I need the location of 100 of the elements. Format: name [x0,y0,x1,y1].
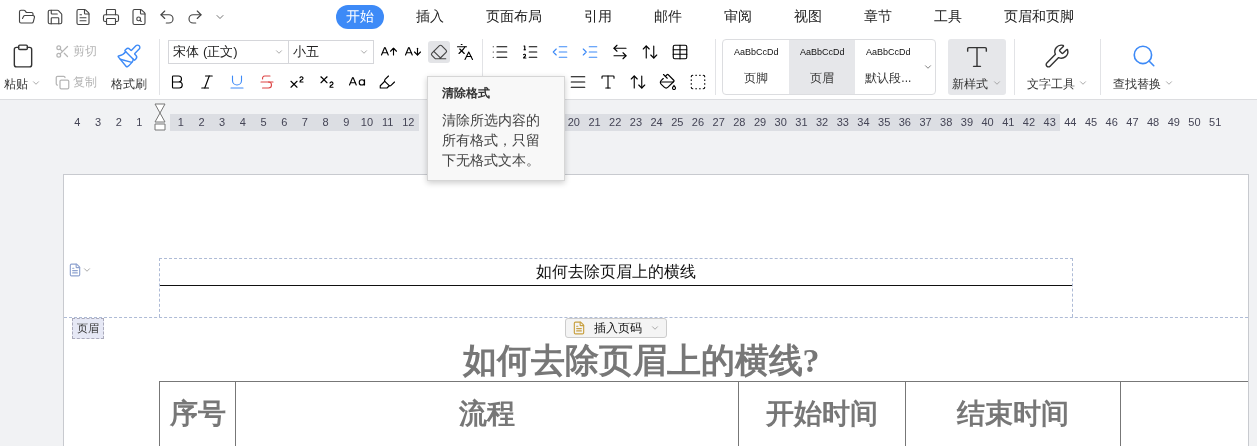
shading-icon[interactable] [659,73,678,92]
ruler-number: 51 [1208,115,1223,131]
tooltip-title: 清除格式 [442,85,491,102]
indent-marker[interactable] [153,103,168,132]
find-replace-button[interactable]: 查找替换 [1109,38,1179,96]
ruler-number: 24 [646,114,667,132]
redo-icon[interactable] [186,8,204,27]
ruler-number: 8 [315,114,336,132]
ruler-number: 7 [294,114,316,132]
ribbon-tab[interactable]: 工具 [924,5,972,30]
ribbon-tab[interactable]: 章节 [854,5,902,30]
ruler-number: 21 [584,114,605,132]
paste-button[interactable]: 粘贴 [0,38,46,96]
text-tools-button[interactable]: 文字工具 [1022,38,1093,96]
ribbon-tab[interactable]: 页眉和页脚 [994,5,1084,30]
style-item[interactable]: AaBbCcDd 页脚 [723,39,790,95]
insert-page-number-button[interactable]: 插入页码 [565,318,667,338]
ribbon-tab[interactable]: 视图 [784,5,832,30]
ruler-number: 3 [211,114,233,132]
ribbon-tab[interactable]: 邮件 [644,5,692,30]
numbered-list-icon[interactable] [521,42,540,61]
text-direction-icon[interactable] [611,42,630,61]
ruler-number: 46 [1104,115,1119,131]
ruler-number: 12 [398,114,419,132]
ruler-number: 48 [1145,115,1161,131]
borders-icon[interactable] [689,73,708,92]
ruler-number: 49 [1166,115,1181,131]
ruler-number: 3 [93,115,103,131]
ruler-number: 34 [853,114,874,132]
ruler-number: 30 [770,114,792,132]
table-icon[interactable] [671,42,690,61]
ribbon-tab[interactable]: 页面布局 [476,5,552,30]
undo-icon[interactable] [158,8,176,27]
ruler-number: 35 [873,114,895,132]
page-icon [572,321,586,335]
ruler-number: 23 [625,114,647,132]
pinyin-icon[interactable] [456,42,475,61]
ruler-number: 5 [253,114,274,132]
document-title: 如何去除页眉上的横线? [461,341,821,381]
open-icon[interactable] [18,8,36,27]
ruler-number: 26 [687,114,709,132]
new-style-button[interactable]: 新样式 [948,38,1006,96]
ruler-number: 38 [935,114,957,132]
eraser-icon[interactable] [428,40,451,63]
table-header-cell: 结束时间 [906,382,1121,446]
ruler-number: 4 [232,114,254,132]
sort-icon[interactable] [641,42,660,61]
scroll-icon[interactable] [923,62,934,72]
ruler-number: 43 [1039,114,1060,132]
ruler-number: 4 [73,115,82,131]
ruler-number: 33 [832,114,854,132]
save-icon[interactable] [46,8,64,27]
style-item[interactable]: AaBbCcDd 页眉 [789,39,856,95]
ruler-number: 47 [1125,115,1140,131]
ruler-number: 41 [997,114,1019,132]
ruler-number: 22 [604,114,626,132]
ruler-number: 2 [114,115,123,131]
ruler-number: 9 [335,114,357,132]
ruler-number: 10 [356,114,378,132]
table-header-cell: 开始时间 [739,382,906,446]
ruler-number: 1 [170,114,192,132]
print-icon[interactable] [102,8,120,27]
ruler-number: 36 [894,114,916,132]
ruler-number: 44 [1063,115,1078,131]
ruler-number: 32 [811,114,833,132]
ruler-number: 39 [956,114,978,132]
wrench-icon [1044,42,1071,69]
ruler-number: 45 [1083,115,1099,131]
ruler-number: 37 [915,114,936,132]
tooltip-text: 清除所选内容的所有格式，只留下无格式文本。 [442,111,541,170]
highlighter-icon[interactable] [378,73,397,92]
table-header-cell: 流程 [236,382,739,446]
ruler-number: 40 [977,114,998,132]
caret-icon [650,323,660,333]
ruler-number: 6 [273,114,295,132]
ruler-number: 27 [708,114,729,132]
format-painter-button[interactable]: 格式刷 [107,38,152,96]
ruler-number: 11 [377,114,398,132]
scissors-icon [55,44,71,60]
copy-icon [55,74,71,90]
style-item[interactable]: AaBbCcDd 默认段... [855,39,922,95]
ruler-number: 31 [791,114,812,132]
ruler-number: 25 [666,114,688,132]
paintbrush-icon [116,42,143,69]
ruler-number: 29 [749,114,771,132]
line-spacing-icon[interactable] [629,73,648,92]
ruler-number: 2 [191,114,212,132]
header-text: 如何去除页眉上的横线 [160,259,1072,286]
font-size-select[interactable]: 小五 [288,39,375,64]
ruler-number: 1 [135,115,144,131]
ruler-number: 42 [1018,114,1040,132]
preview-icon[interactable] [130,8,148,27]
ruler-number: 28 [729,114,750,132]
header-label: 页眉 [72,318,104,339]
font-family-select[interactable]: 宋体 (正文) [168,39,290,64]
table-header-cell: 序号 [160,382,236,446]
ruler-number: 20 [563,114,585,132]
ribbon-tab[interactable]: 引用 [574,5,622,30]
ribbon-tab[interactable]: 审阅 [714,5,762,30]
ribbon-tab[interactable]: 插入 [406,5,454,30]
